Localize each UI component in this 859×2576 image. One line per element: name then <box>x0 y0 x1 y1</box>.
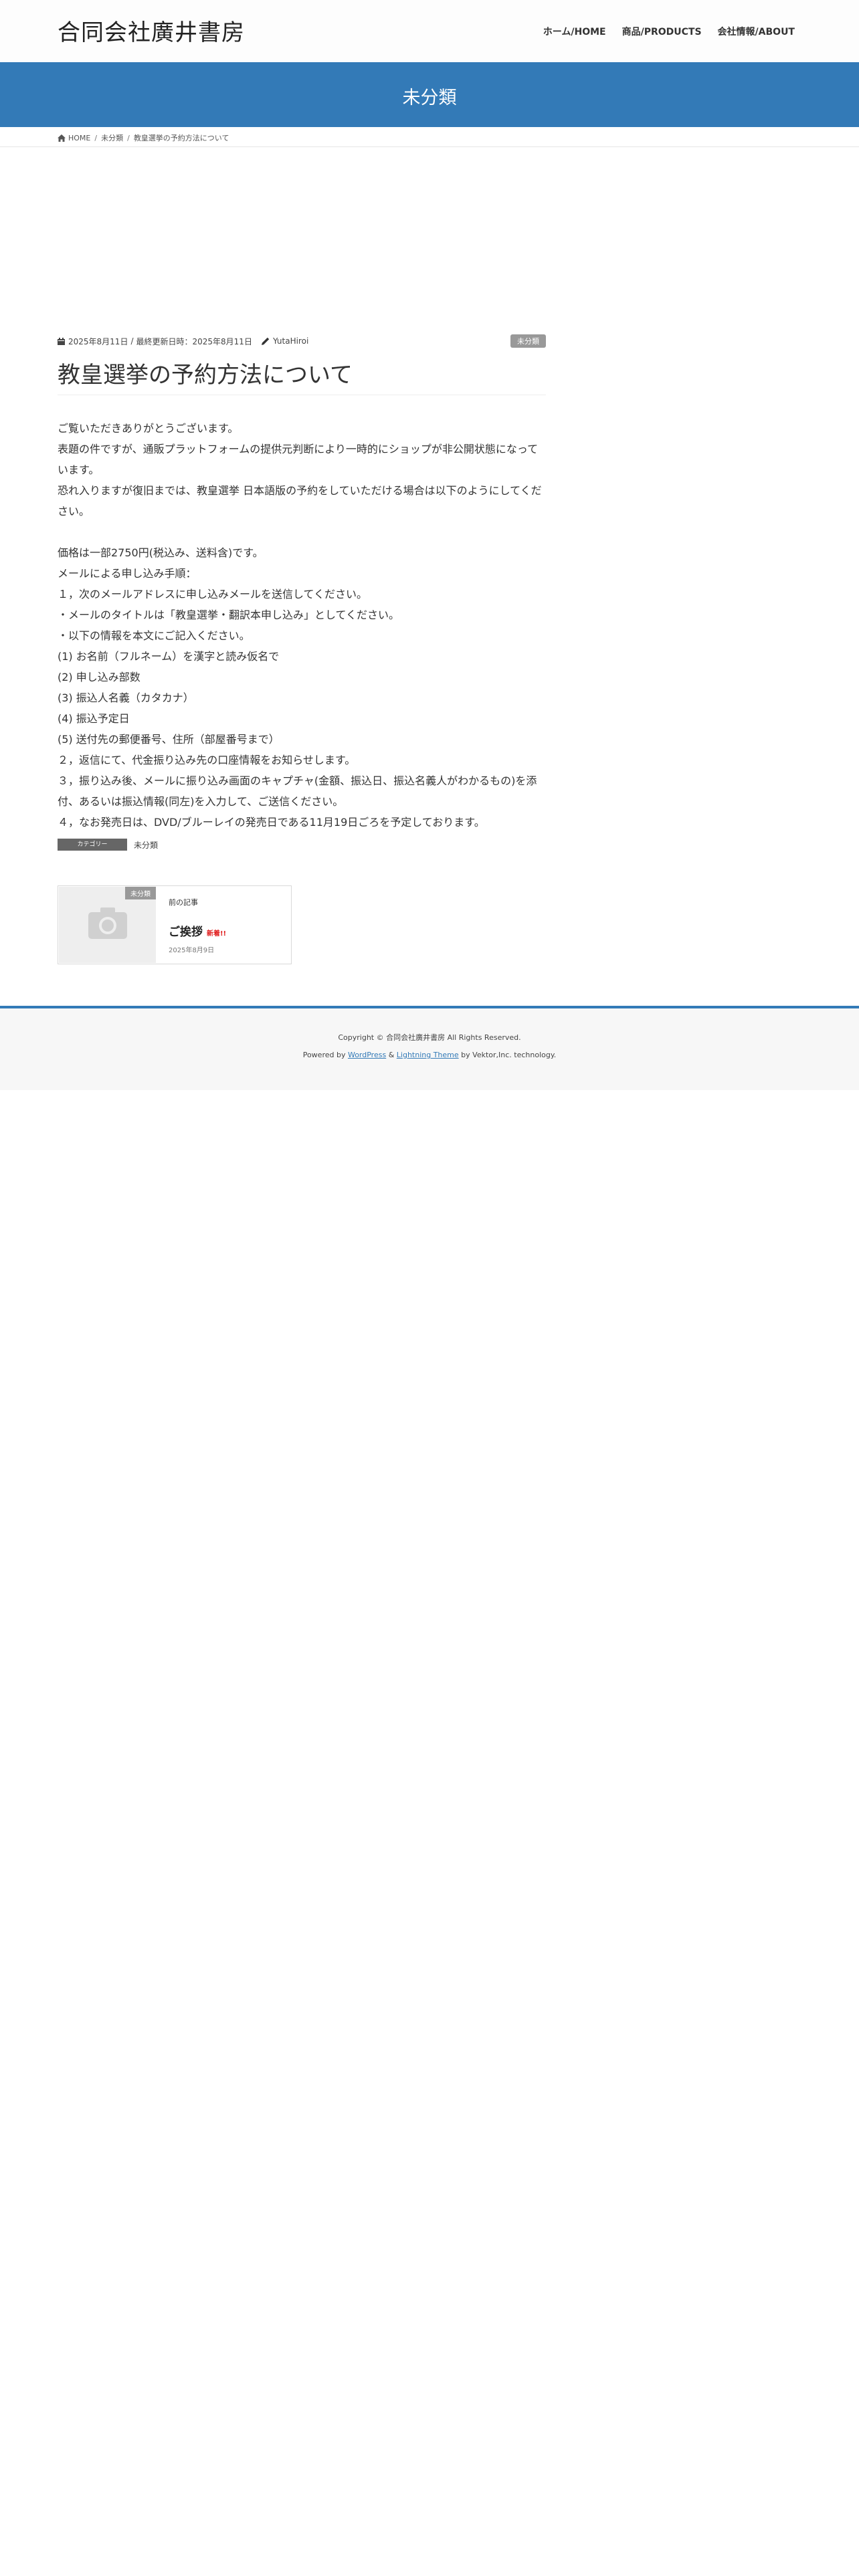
entry-author-name[interactable]: YutaHiroi <box>273 336 308 346</box>
body-paragraph: 表題の件ですが、通販プラットフォームの提供元判断により一時的にショップが非公開状… <box>58 443 539 476</box>
new-badge: 新着!! <box>207 930 227 938</box>
body-paragraph: (5) 送付先の郵便番号、住所（部屋番号まで） <box>58 733 280 746</box>
entry-published-date: 2025年8月11日 <box>68 336 128 346</box>
camera-icon <box>88 907 127 939</box>
breadcrumb: HOME / 未分類 / 教皇選挙の予約方法について <box>0 127 859 147</box>
body-paragraph: １，次のメールアドレスに申し込みメールを送信してください。 <box>58 588 368 601</box>
breadcrumb-separator: / <box>127 133 130 142</box>
site-header: 合同会社廣井書房 ホーム/HOME 商品/PRODUCTS 会社情報/ABOUT <box>0 0 859 62</box>
footer-theme-link[interactable]: Lightning Theme <box>397 1051 459 1059</box>
body-paragraph: (3) 振込人名義（カタカナ） <box>58 691 194 704</box>
body-paragraph: (1) お名前（フルネーム）を漢字と読み仮名で <box>58 650 280 663</box>
body-paragraph: (4) 振込予定日 <box>58 712 130 725</box>
entry-date: 2025年8月11日 / 最終更新日時：2025年8月11日 <box>58 336 252 347</box>
body-paragraph: メールによる申し込み手順： <box>58 567 197 580</box>
footer-powered-prefix: Powered by <box>302 1051 348 1059</box>
body-paragraph: ２，返信にて、代金振り込み先の口座情報をお知らせします。 <box>58 754 356 766</box>
entry-body: ご覧いただきありがとうございます。 表題の件ですが、通販プラットフォームの提供元… <box>58 418 546 833</box>
body-paragraph: ご覧いただきありがとうございます。 <box>58 422 239 435</box>
category-label: カテゴリー <box>58 839 127 851</box>
prev-post-card[interactable]: 未分類 前の記事 ご挨拶 新着!! 2025年8月9日 <box>58 885 292 964</box>
prev-post-thumbnail: 未分類 <box>59 887 156 963</box>
category-link[interactable]: 未分類 <box>134 839 158 851</box>
breadcrumb-category[interactable]: 未分類 <box>101 132 123 143</box>
home-icon <box>58 134 66 142</box>
entry-updated-date: 最終更新日時：2025年8月11日 <box>136 336 252 346</box>
breadcrumb-home[interactable]: HOME <box>58 134 90 142</box>
body-paragraph: 価格は一部2750円(税込み、送料含)です。 <box>58 546 264 559</box>
site-footer: Copyright © 合同会社廣井書房 All Rights Reserved… <box>0 1006 859 1090</box>
footer-wordpress-link[interactable]: WordPress <box>348 1051 386 1059</box>
prev-post-title-row: ご挨拶 新着!! <box>169 922 226 939</box>
breadcrumb-current: 教皇選挙の予約方法について <box>133 134 229 142</box>
prev-post-category-badge: 未分類 <box>125 887 156 899</box>
body-paragraph: ・以下の情報を本文にご記入ください。 <box>58 629 250 642</box>
meta-separator: / <box>130 336 134 346</box>
body-paragraph: ３，振り込み後、メールに振り込み画面のキャプチャ(金額、振込日、振込名義人がわか… <box>58 774 537 808</box>
entry-meta: 2025年8月11日 / 最終更新日時：2025年8月11日 YutaHiroi… <box>58 334 546 348</box>
nav-home[interactable]: ホーム/HOME <box>543 25 606 38</box>
calendar-icon <box>58 337 65 345</box>
page-header: 未分類 <box>0 62 859 127</box>
nav-products[interactable]: 商品/PRODUCTS <box>622 25 702 38</box>
global-nav: ホーム/HOME 商品/PRODUCTS 会社情報/ABOUT <box>543 25 795 38</box>
footer-amp: & <box>386 1051 397 1059</box>
footer-by: by Vektor,Inc. technology. <box>458 1051 557 1059</box>
breadcrumb-home-label: HOME <box>68 133 91 142</box>
nav-about[interactable]: 会社情報/ABOUT <box>718 25 795 38</box>
prev-post-body: 前の記事 ご挨拶 新着!! 2025年8月9日 <box>169 897 226 954</box>
prev-post-label: 前の記事 <box>169 898 198 907</box>
page-header-title: 未分類 <box>402 88 457 108</box>
footer-powered: Powered by WordPress & Lightning Theme b… <box>0 1051 859 1059</box>
prev-post-title: ご挨拶 <box>169 926 203 939</box>
body-paragraph: ４，なお発売日は、DVD/ブルーレイの発売日である11月19日ごろを予定しており… <box>58 816 485 829</box>
entry: 2025年8月11日 / 最終更新日時：2025年8月11日 YutaHiroi… <box>58 334 546 833</box>
site-logo[interactable]: 合同会社廣井書房 <box>58 14 245 47</box>
entry-author: YutaHiroi <box>252 336 308 346</box>
footer-copyright: Copyright © 合同会社廣井書房 All Rights Reserved… <box>338 1033 521 1042</box>
breadcrumb-separator: / <box>94 133 98 142</box>
body-paragraph: ・メールのタイトルは「教皇選挙・翻訳本申し込み」としてください。 <box>58 609 400 621</box>
entry-title: 教皇選挙の予約方法について <box>58 356 546 395</box>
entry-category-row: カテゴリー 未分類 <box>58 839 158 851</box>
pencil-icon <box>261 337 270 345</box>
prev-post-date: 2025年8月9日 <box>169 947 215 954</box>
entry-category-badge[interactable]: 未分類 <box>510 334 546 348</box>
body-paragraph: 恐れ入りますが復旧までは、教皇選挙 日本語版の予約をしていただける場合は以下のよ… <box>58 484 542 518</box>
body-paragraph: (2) 申し込み部数 <box>58 671 140 683</box>
